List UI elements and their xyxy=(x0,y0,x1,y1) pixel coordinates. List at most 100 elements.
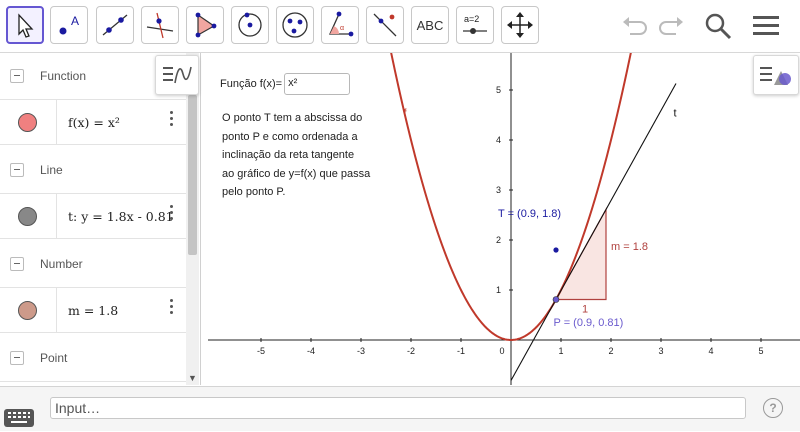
move-graphics-view-tool-icon xyxy=(507,12,533,38)
function-input-label: Função f(x)= xyxy=(220,78,283,90)
x-tick-label: -1 xyxy=(457,346,465,356)
description-line: O ponto T tem a abscissa do xyxy=(222,112,363,124)
collapse-icon[interactable] xyxy=(10,163,24,177)
y-tick-label: 3 xyxy=(496,185,501,195)
x-tick-label: 4 xyxy=(708,346,713,356)
point-tool-label: A xyxy=(71,14,79,28)
label-f: f xyxy=(404,108,408,120)
function-input-box: Função f(x)= x² xyxy=(220,73,351,95)
label-run-1: 1 xyxy=(582,304,588,316)
x-tick-label: 5 xyxy=(758,346,763,356)
algebra-expression[interactable]: t: y = 1.8x - 0.81 xyxy=(68,209,174,224)
point-T[interactable] xyxy=(553,247,559,253)
point-P[interactable] xyxy=(552,296,560,303)
input-bar: Input… ? xyxy=(0,386,800,431)
point-tool-icon: A xyxy=(59,14,79,35)
color-swatch[interactable] xyxy=(18,113,37,132)
keyboard-icon[interactable] xyxy=(4,409,34,427)
x-tick-label: -5 xyxy=(257,346,265,356)
y-tick-label: 1 xyxy=(496,285,501,295)
help-icon[interactable]: ? xyxy=(763,398,783,418)
point-tool-button[interactable]: A xyxy=(50,6,88,44)
reflect-tool-button[interactable] xyxy=(366,6,404,44)
polygon-tool-button[interactable] xyxy=(186,6,224,44)
category-point[interactable]: Point xyxy=(0,335,186,381)
more-options-icon[interactable] xyxy=(166,202,176,228)
algebra-view: Function f(x) = x² Line t: y = 1.8x - 0.… xyxy=(0,53,201,385)
collapse-icon[interactable] xyxy=(10,351,24,365)
algebra-expression[interactable]: m = 1.8 xyxy=(68,303,118,318)
graphics-style-icon xyxy=(760,67,791,85)
ellipse-tool-button[interactable] xyxy=(276,6,314,44)
x-tick-label: 3 xyxy=(658,346,663,356)
slider-tool-label: a=2 xyxy=(464,14,479,24)
scroll-thumb[interactable] xyxy=(188,95,197,255)
angle-tool-button[interactable]: α xyxy=(321,6,359,44)
label-point-T: T = (0.9, 1.8) xyxy=(498,208,561,220)
text-tool-button[interactable]: ABC xyxy=(411,6,449,44)
x-tick-label: 2 xyxy=(608,346,613,356)
undo-button[interactable] xyxy=(616,8,652,44)
circle-tool-icon xyxy=(238,12,262,37)
graphics-view[interactable]: -5 -4 -3 -2 -1 0 1 2 3 4 5 1 2 3 4 5 f t T = (0.9, 1.8… xyxy=(208,53,800,385)
graphics-canvas[interactable]: -5 -4 -3 -2 -1 0 1 2 3 4 5 1 2 3 4 5 f t T = (0.9, 1.8… xyxy=(208,53,800,385)
y-tick-label: 2 xyxy=(496,235,501,245)
menu-button[interactable] xyxy=(748,8,784,44)
visibility-toggle[interactable] xyxy=(0,194,57,238)
line-tool-button[interactable] xyxy=(96,6,134,44)
move-tool-button[interactable] xyxy=(6,6,44,44)
scroll-down-icon[interactable]: ▼ xyxy=(188,373,197,383)
move-graphics-view-tool-button[interactable] xyxy=(501,6,539,44)
category-label: Number xyxy=(40,257,83,271)
color-swatch[interactable] xyxy=(18,207,37,226)
redo-icon xyxy=(659,17,683,35)
algebra-input-field[interactable]: Input… xyxy=(50,397,746,419)
slider-tool-icon: a=2 xyxy=(463,14,487,34)
color-swatch[interactable] xyxy=(18,301,37,320)
style-bar-icon xyxy=(163,66,192,84)
search-icon xyxy=(705,13,732,40)
y-tick-label: 4 xyxy=(496,135,501,145)
description-text: O ponto T tem a abscissa do ponto P e co… xyxy=(222,109,402,202)
algebra-item-m[interactable]: m = 1.8 xyxy=(0,287,186,333)
algebra-expression[interactable]: f(x) = x² xyxy=(68,115,120,130)
algebra-scrollbar[interactable]: ▼ xyxy=(186,53,199,385)
category-label: Line xyxy=(40,163,63,177)
visibility-toggle[interactable] xyxy=(0,100,57,144)
label-point-P: P = (0.9, 0.81) xyxy=(554,317,624,329)
graphics-style-bar-button[interactable] xyxy=(753,55,799,95)
collapse-icon[interactable] xyxy=(10,257,24,271)
tangent-line-t[interactable] xyxy=(510,83,677,381)
more-options-icon[interactable] xyxy=(166,296,176,322)
polygon-tool-icon xyxy=(195,12,217,38)
description-line: ponto P e como ordenada a xyxy=(222,130,358,143)
perpendicular-line-tool-icon xyxy=(146,12,174,39)
text-tool-icon: ABC xyxy=(416,17,444,33)
label-slope-m: m = 1.8 xyxy=(611,241,648,253)
algebra-style-bar-button[interactable] xyxy=(155,55,199,95)
category-label: Function xyxy=(40,69,87,83)
perpendicular-line-tool-button[interactable] xyxy=(141,6,179,44)
x-tick-label: 0 xyxy=(499,346,504,356)
redo-button[interactable] xyxy=(654,8,690,44)
visibility-toggle[interactable] xyxy=(0,288,57,332)
category-number[interactable]: Number xyxy=(0,241,186,287)
algebra-item-next[interactable] xyxy=(0,381,186,385)
description-line: inclinação da reta tangente xyxy=(222,149,355,161)
slider-tool-button[interactable]: a=2 xyxy=(456,6,494,44)
move-tool-icon xyxy=(18,13,34,38)
algebra-item-f[interactable]: f(x) = x² xyxy=(0,99,186,145)
toolbar: A α ABC a=2 xyxy=(0,0,800,53)
algebra-item-t[interactable]: t: y = 1.8x - 0.81 xyxy=(0,193,186,239)
description-line: pelo ponto P. xyxy=(222,186,286,198)
more-options-icon[interactable] xyxy=(166,108,176,134)
x-tick-label: -3 xyxy=(357,346,365,356)
circle-tool-button[interactable] xyxy=(231,6,269,44)
undo-icon xyxy=(623,17,647,35)
function-input-field[interactable]: x² xyxy=(284,73,351,95)
category-line[interactable]: Line xyxy=(0,147,186,193)
search-button[interactable] xyxy=(700,8,736,44)
x-tick-label: -2 xyxy=(407,346,415,356)
category-label: Point xyxy=(40,351,68,365)
collapse-icon[interactable] xyxy=(10,69,24,83)
